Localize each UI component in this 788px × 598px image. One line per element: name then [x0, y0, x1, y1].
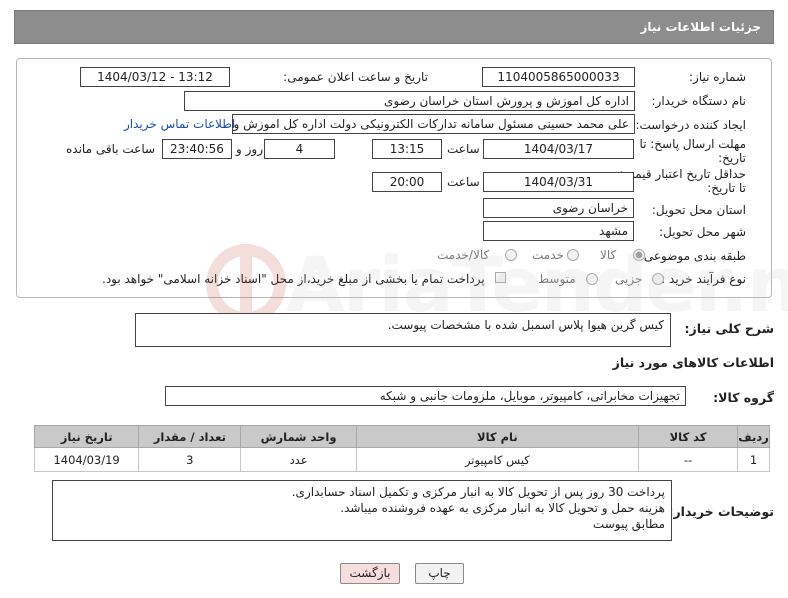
remaining-label: ساعت باقی مانده: [66, 142, 156, 156]
back-button[interactable]: بازگشت: [340, 563, 400, 584]
cell-row-number: 1: [737, 447, 770, 472]
deadline-days-field: 4: [264, 139, 335, 159]
print-button[interactable]: چاپ: [415, 563, 464, 584]
table-header-row: ردیف کد کالا نام کالا واحد شمارش تعداد /…: [33, 425, 770, 448]
page-title: جزئیات اطلاعات نیاز: [640, 20, 761, 34]
treasury-checkbox[interactable]: [495, 272, 506, 283]
buyer-org-field: اداره کل اموزش و پرورش استان خراسان رضوی: [184, 91, 635, 111]
validity-label: حداقل تاریخ اعتبار قیمت:: [619, 167, 746, 181]
creator-label: ایجاد کننده درخواست:: [635, 118, 746, 132]
delivery-province-label: استان محل تحویل:: [651, 203, 746, 217]
category-radio-goods-service[interactable]: [505, 249, 517, 261]
cell-need-date: 1404/03/19: [33, 447, 140, 472]
validity-date-field: 1404/03/31: [483, 172, 634, 192]
deadline-label: مهلت ارسال پاسخ: تا: [639, 137, 746, 151]
remaining-time-field: 23:40:56: [162, 139, 232, 159]
cell-item-name: کیس کامپیوتر: [355, 447, 639, 472]
creator-field: علی محمد حسینی مسئول سامانه تدارکات الکت…: [232, 114, 635, 134]
buyer-notes-field: پرداخت 30 روز پس از تحویل کالا به انبار …: [52, 480, 672, 541]
validity-label-2: تا تاریخ:: [707, 181, 746, 195]
buyer-contact-link[interactable]: اطلاعات تماس خریدار: [124, 117, 235, 131]
cell-item-code: --: [637, 447, 739, 472]
col-need-date: تاریخ نیاز: [33, 425, 140, 448]
category-option-goods: کالا: [600, 248, 617, 262]
description-field: کیس گرین هیوا پلاس اسمبل شده با مشخصات پ…: [135, 313, 671, 347]
process-label: نوع فرآیند خرید :: [661, 272, 746, 286]
deadline-date-field: 1404/03/17: [483, 139, 634, 159]
col-quantity: تعداد / مقدار: [138, 425, 242, 448]
buyer-notes-label: توضیحات خریدار:: [668, 504, 774, 519]
category-label: طبقه بندی موضوعی:: [639, 249, 746, 263]
delivery-province-field: خراسان رضوی: [483, 198, 634, 218]
deadline-days-label: روز و: [236, 142, 263, 156]
cell-quantity: 3: [138, 447, 242, 472]
process-option-medium: متوسط: [538, 272, 576, 286]
process-radio-medium[interactable]: [586, 273, 598, 285]
col-unit: واحد شمارش: [240, 425, 357, 448]
goods-section-title: اطلاعات کالاهای مورد نیاز: [612, 355, 774, 370]
validity-time-label: ساعت: [447, 175, 480, 189]
announce-label: تاریخ و ساعت اعلان عمومی:: [283, 70, 428, 84]
buyer-notes-line-3: مطابق پیوست: [592, 517, 665, 531]
deadline-time-label: ساعت: [447, 142, 480, 156]
col-row-number: ردیف: [737, 425, 770, 448]
buyer-notes-line-1: پرداخت 30 روز پس از تحویل کالا به انبار …: [291, 485, 665, 499]
announce-field: 1404/03/12 - 13:12: [80, 67, 230, 87]
goods-group-label: گروه کالا:: [713, 390, 774, 405]
deadline-time-field: 13:15: [372, 139, 442, 159]
description-label: شرح کلی نیاز:: [684, 321, 774, 336]
items-table: ردیف کد کالا نام کالا واحد شمارش تعداد /…: [33, 425, 770, 472]
category-radio-service[interactable]: [567, 249, 579, 261]
col-item-name: نام کالا: [355, 425, 639, 448]
buyer-notes-line-2: هزینه حمل و تحویل کالا به انبار مرکزی به…: [340, 501, 665, 515]
category-radio-goods[interactable]: [633, 249, 645, 261]
category-option-goods-service: کالا/خدمت: [437, 248, 490, 262]
validity-time-field: 20:00: [372, 172, 442, 192]
treasury-note: پرداخت تمام یا بخشی از مبلغ خرید،از محل …: [102, 272, 485, 286]
process-radio-minor[interactable]: [652, 273, 664, 285]
page-header: جزئیات اطلاعات نیاز: [14, 10, 774, 44]
delivery-city-field: مشهد: [483, 221, 634, 241]
col-item-code: کد کالا: [637, 425, 739, 448]
cell-unit: عدد: [240, 447, 357, 472]
deadline-label-2: تاریخ:: [718, 151, 746, 165]
buyer-org-label: نام دستگاه خریدار:: [651, 94, 747, 108]
need-number-field: 1104005865000033: [482, 67, 635, 87]
table-row: 1 -- کیس کامپیوتر عدد 3 1404/03/19: [33, 447, 770, 472]
goods-group-field: تجهیزات مخابراتی، کامپیوتر، موبایل، ملزو…: [165, 386, 686, 406]
process-option-minor: جزیی: [615, 272, 643, 286]
need-number-label: شماره نیاز:: [689, 70, 746, 84]
delivery-city-label: شهر محل تحویل:: [659, 225, 746, 239]
category-option-service: خدمت: [532, 248, 564, 262]
